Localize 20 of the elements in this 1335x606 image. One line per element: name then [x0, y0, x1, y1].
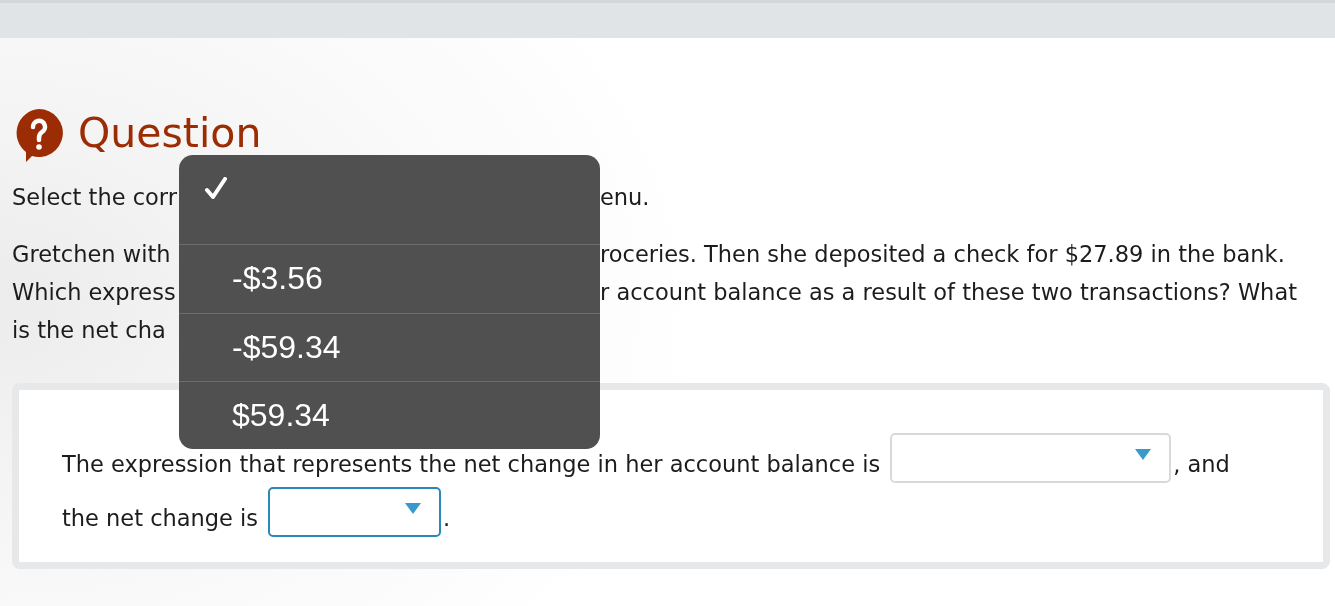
- menu-option[interactable]: -$3.56: [179, 244, 600, 313]
- problem-text: Which express: [12, 278, 177, 306]
- answer-text: the net change is: [62, 504, 259, 532]
- answer-dropdown[interactable]: [268, 487, 442, 537]
- check-icon: [205, 177, 227, 200]
- answer-text: .: [443, 504, 451, 532]
- problem-text: r account balance as a result of these two transactions? What: [600, 278, 1298, 306]
- answer-text: The expression that represents the net change in her account balance is: [62, 450, 881, 478]
- problem-text: roceries. Then she deposited a check for $27.89 in the bank.: [600, 240, 1286, 268]
- question-bubble-icon: [14, 108, 64, 162]
- instruction-text: enu.: [600, 183, 651, 211]
- answer-text: , and: [1173, 450, 1230, 478]
- caret-icon: [1135, 449, 1152, 460]
- problem-text: Gretchen with: [12, 240, 172, 268]
- question-title: Question: [78, 110, 262, 158]
- menu-option[interactable]: $59.34: [179, 380, 600, 449]
- menu-option[interactable]: -$59.34: [179, 312, 600, 381]
- caret-icon: [405, 503, 422, 514]
- instruction-text: Select the corr: [12, 183, 178, 211]
- problem-text: is the net cha: [12, 316, 167, 344]
